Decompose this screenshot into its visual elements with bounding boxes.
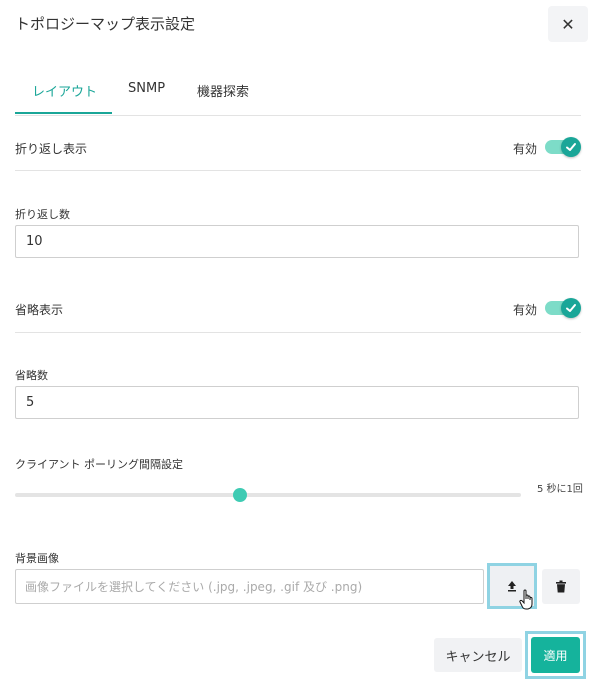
abbrev-count-input[interactable]: 5: [15, 386, 579, 419]
wrap-count-input[interactable]: 10: [15, 225, 579, 258]
tab-device-discovery[interactable]: 機器探索: [197, 81, 249, 100]
close-icon: ✕: [561, 14, 575, 34]
background-image-label: 背景画像: [15, 552, 59, 565]
abbrev-count-label: 省略数: [15, 369, 48, 382]
wrap-display-status: 有効: [513, 142, 538, 156]
divider: [15, 170, 581, 171]
abbrev-display-status: 有効: [513, 303, 538, 317]
check-icon: [566, 304, 576, 312]
apply-button[interactable]: 適用: [531, 637, 580, 673]
tab-snmp[interactable]: SNMP: [128, 81, 165, 96]
divider: [15, 332, 581, 333]
active-tab-indicator: [15, 112, 112, 114]
close-button[interactable]: ✕: [548, 6, 588, 42]
tab-bar: レイアウト SNMP 機器探索: [15, 72, 581, 116]
background-image-input[interactable]: 画像ファイルを選択してください (.jpg, .jpeg, .gif 及び .p…: [15, 569, 484, 604]
trash-icon: [556, 580, 566, 593]
polling-slider-handle[interactable]: [233, 488, 247, 502]
upload-icon: [508, 581, 516, 592]
polling-slider-track[interactable]: [15, 493, 521, 497]
wrap-display-label: 折り返し表示: [15, 142, 88, 156]
polling-interval-value: 5 秒に1回: [537, 484, 583, 495]
wrap-count-label: 折り返し数: [15, 208, 70, 221]
delete-button[interactable]: [542, 569, 580, 604]
abbrev-display-label: 省略表示: [15, 303, 64, 317]
cancel-button[interactable]: キャンセル: [434, 638, 522, 672]
wrap-display-toggle[interactable]: [545, 137, 581, 157]
polling-interval-label: クライアント ポーリング間隔設定: [15, 458, 184, 471]
tab-layout[interactable]: レイアウト: [32, 81, 97, 100]
check-icon: [566, 143, 576, 151]
dialog-title: トポロジーマップ表示設定: [15, 15, 196, 33]
apply-button-highlight: 適用: [525, 631, 586, 679]
abbrev-display-toggle[interactable]: [545, 298, 581, 318]
hand-cursor-icon: [519, 589, 533, 610]
